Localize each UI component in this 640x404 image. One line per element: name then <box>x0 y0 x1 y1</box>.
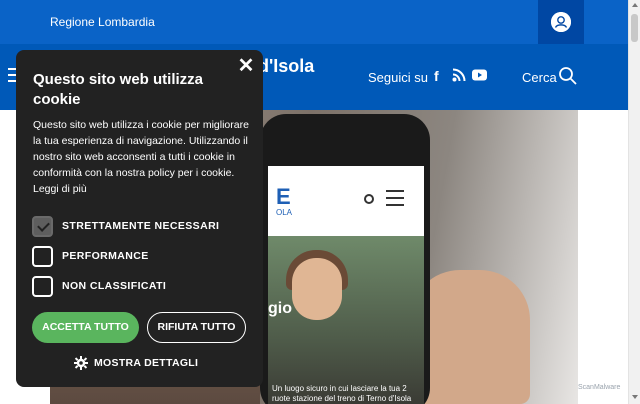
reject-all-button[interactable]: RIFIUTA TUTTO <box>147 312 246 343</box>
cookie-option-unclassified[interactable]: NON CLASSIFICATI <box>32 276 247 298</box>
cookie-title: Questo sito web utilizza cookie <box>33 71 204 108</box>
top-bar: Regione Lombardia <box>0 0 628 44</box>
screen-face <box>292 258 342 320</box>
scroll-down-icon[interactable] <box>632 395 638 399</box>
details-label: MOSTRA DETTAGLI <box>94 357 199 369</box>
screen-word: gio <box>268 300 292 317</box>
accept-all-button[interactable]: ACCETTA TUTTO <box>32 312 139 343</box>
search-label[interactable]: Cerca <box>522 70 557 85</box>
login-button[interactable] <box>538 0 584 44</box>
scroll-thumb[interactable] <box>631 14 638 42</box>
checkbox-performance[interactable] <box>32 246 53 267</box>
phone-screen: E OLA gio Un luogo sicuro in cui lasciar… <box>268 166 424 404</box>
cookie-option-necessary[interactable]: STRETTAMENTE NECESSARI <box>32 216 247 238</box>
screen-logo-sub: OLA <box>276 208 293 217</box>
close-icon[interactable]: ✕ <box>237 56 255 76</box>
checkbox-necessary[interactable] <box>32 216 53 237</box>
gear-icon <box>74 356 88 370</box>
option-label: STRETTAMENTE NECESSARI <box>62 220 220 232</box>
screen-menu-icon <box>386 190 404 211</box>
search-icon[interactable] <box>558 66 578 86</box>
scroll-up-icon[interactable] <box>632 3 638 7</box>
rss-icon[interactable] <box>452 68 466 82</box>
facebook-icon[interactable]: f <box>434 68 439 84</box>
youtube-icon[interactable] <box>472 68 487 82</box>
follow-label: Seguici su <box>368 70 428 85</box>
screen-search-icon <box>364 194 374 204</box>
user-icon <box>551 12 571 32</box>
region-link[interactable]: Regione Lombardia <box>50 15 155 29</box>
screen-caption: Un luogo sicuro in cui lasciare la tua 2… <box>272 384 412 403</box>
cookie-description: Questo sito web utilizza i cookie per mi… <box>33 119 249 195</box>
cookie-dialog: ✕ Questo sito web utilizza cookie Questo… <box>16 50 263 387</box>
watermark: ScanMalware <box>578 384 621 391</box>
option-label: PERFORMANCE <box>62 250 149 262</box>
option-label: NON CLASSIFICATI <box>62 280 167 292</box>
checkbox-unclassified[interactable] <box>32 276 53 297</box>
screen-logo: E <box>276 184 291 209</box>
cookie-option-performance[interactable]: PERFORMANCE <box>32 246 247 268</box>
menu-icon[interactable] <box>8 68 16 82</box>
page-scrollbar[interactable] <box>628 0 640 404</box>
screen-photo: gio Un luogo sicuro in cui lasciare la t… <box>268 236 424 404</box>
site-title[interactable]: d'Isola <box>258 56 314 77</box>
phone-mockup: E OLA gio Un luogo sicuro in cui lasciar… <box>260 114 430 404</box>
